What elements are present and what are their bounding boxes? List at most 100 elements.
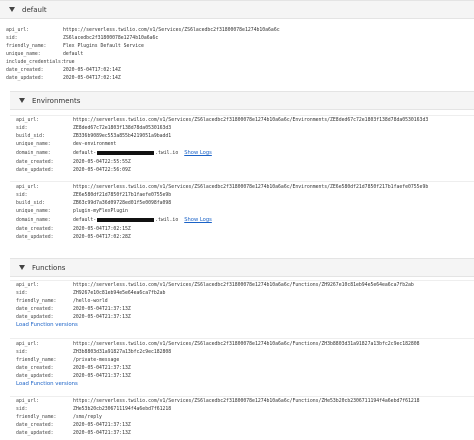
chevron-down-icon: [19, 98, 25, 103]
property-row: date_updated: 2020-05-04T21:37:13Z: [16, 313, 131, 321]
property-key: sid:: [16, 406, 28, 412]
property-key: api_url:: [16, 117, 40, 123]
property-row: unique_name: plugin-myFlexPlugin: [16, 207, 128, 215]
property-key: date_created:: [16, 159, 54, 165]
property-value: Flex Plugins Default Service: [63, 43, 144, 49]
property-value: https://serverless.twilio.com/v1/Service…: [73, 117, 429, 123]
property-key: api_url:: [16, 282, 40, 288]
property-key: date_created:: [16, 422, 54, 428]
property-row: date_updated: 2020-05-04T21:37:13Z: [16, 429, 131, 437]
environment-card: api_url: https://serverless.twilio.com/v1…: [10, 181, 474, 246]
property-value: https://serverless.twilio.com/v1/Service…: [63, 27, 280, 33]
property-row: sid: ZS6lacedbc2f31800078e1274b10a6a6c: [6, 34, 158, 42]
property-value: 2020-05-04T22:55:55Z: [73, 159, 131, 165]
property-value: /sms/reply: [73, 414, 102, 420]
function-card: api_url: https://serverless.twilio.com/v1…: [10, 338, 474, 392]
property-key: date_updated:: [16, 167, 54, 173]
property-value: ZHe53b20cb2306711194f4a6ebd7f61218: [73, 406, 172, 412]
property-value: ZH9267e10c81eb94e5e64ea6ca7fb2ab: [73, 290, 166, 296]
property-row: build_sid: ZB336b9089ec553a855b4219051a9b…: [16, 132, 171, 140]
property-key: date_created:: [16, 226, 54, 232]
section-title: Functions: [32, 263, 66, 272]
section-title: default: [22, 5, 47, 14]
property-row: sid: ZE6e580df21d7850f217b1faefe0755e9b: [16, 191, 171, 199]
chevron-down-icon: [9, 7, 15, 12]
service-details-page: default api_url: https://serverless.twili…: [0, 0, 474, 440]
property-key: sid:: [6, 35, 18, 41]
property-key: friendly_name:: [6, 43, 47, 49]
property-value: 2020-05-04T17:02:14Z: [63, 75, 121, 81]
property-row: api_url: https://serverless.twilio.com/v1…: [16, 183, 428, 191]
property-value: ZE8ded67c72e1803f138d78da0530163d3: [73, 125, 172, 131]
property-value: https://serverless.twilio.com/v1/Service…: [73, 184, 429, 190]
load-function-versions-link[interactable]: Load Function versions: [16, 381, 78, 387]
property-row: sid: ZH3b8803d31a91827a13bfc2c9ec182808: [16, 348, 171, 356]
property-value: 2020-05-04T21:37:13Z: [73, 306, 131, 312]
property-value: https://serverless.twilio.com/v1/Service…: [73, 398, 420, 404]
property-row: domain_name: default- .twil.io Show Logs: [16, 216, 212, 224]
property-value: 2020-05-04T17:02:15Z: [73, 226, 131, 232]
property-key: date_created:: [16, 306, 54, 312]
property-value: 2020-05-04T17:02:28Z: [73, 234, 131, 240]
property-row: api_url: https://serverless.twilio.com/v1…: [16, 397, 420, 405]
property-key: sid:: [16, 349, 28, 355]
show-logs-link[interactable]: Show Logs: [184, 217, 212, 223]
property-key: build_sid:: [16, 133, 45, 139]
domain-suffix: .twil.io: [155, 217, 179, 223]
property-key: api_url:: [16, 341, 40, 347]
domain-suffix: .twil.io: [155, 150, 179, 156]
property-value: ZE6e580df21d7850f217b1faefe0755e9b: [73, 192, 172, 198]
property-key: domain_name:: [16, 150, 51, 156]
property-value: dev-environment: [73, 141, 117, 147]
section-header-environments[interactable]: Environments: [10, 91, 474, 110]
property-value: 2020-05-04T17:02:14Z: [63, 67, 121, 73]
property-row: date_created: 2020-05-04T17:02:15Z: [16, 225, 131, 233]
property-key: unique_name:: [16, 141, 51, 147]
property-key: domain_name:: [16, 217, 51, 223]
property-row: domain_name: default- .twil.io Show Logs: [16, 149, 212, 157]
property-value: 2020-05-04T21:37:13Z: [73, 314, 131, 320]
property-row: date_created: 2020-05-04T21:37:13Z: [16, 305, 131, 313]
property-row: include_credentials: true: [6, 58, 75, 66]
property-key: date_updated:: [16, 234, 54, 240]
property-value: 2020-05-04T21:37:13Z: [73, 365, 131, 371]
property-key: api_url:: [16, 184, 40, 190]
property-value: /private-message: [73, 357, 120, 363]
property-key: date_updated:: [16, 314, 54, 320]
property-value: 2020-05-04T22:56:09Z: [73, 167, 131, 173]
property-row: unique_name: dev-environment: [16, 140, 116, 148]
property-row: api_url: https://serverless.twilio.com/v1…: [16, 116, 428, 124]
property-row: date_updated: 2020-05-04T17:02:28Z: [16, 233, 131, 241]
property-row: unique_name: default: [6, 50, 83, 58]
property-key: api_url:: [16, 398, 40, 404]
property-key: date_created:: [6, 67, 44, 73]
redaction-bar: [97, 151, 155, 155]
property-row: friendly_name: /private-message: [16, 356, 119, 364]
property-key: date_created:: [16, 365, 54, 371]
section-header-default[interactable]: default: [0, 0, 474, 19]
property-row: date_updated: 2020-05-04T21:37:13Z: [16, 372, 131, 380]
property-row: friendly_name: /sms/reply: [16, 413, 102, 421]
property-key: unique_name:: [16, 208, 51, 214]
property-key: api_url:: [6, 27, 30, 33]
load-function-versions-link[interactable]: Load Function versions: [16, 322, 78, 328]
chevron-down-icon: [19, 265, 25, 270]
property-row: api_url: https://serverless.twilio.com/v1…: [16, 340, 420, 348]
property-key: sid:: [16, 125, 28, 131]
function-card: api_url: https://serverless.twilio.com/v1…: [10, 396, 474, 440]
section-title: Environments: [32, 96, 81, 105]
property-row: date_created: 2020-05-04T21:37:13Z: [16, 364, 131, 372]
property-row: build_sid: ZB63c99d7a36d09728ed01f5e0098f…: [16, 199, 171, 207]
show-logs-link[interactable]: Show Logs: [184, 150, 212, 156]
property-value: default: [63, 51, 84, 57]
property-row: api_url: https://serverless.twilio.com/v1…: [6, 26, 280, 34]
property-key: friendly_name:: [16, 357, 57, 363]
property-row: sid: ZH9267e10c81eb94e5e64ea6ca7fb2ab: [16, 289, 165, 297]
property-value: 2020-05-04T21:37:13Z: [73, 430, 131, 436]
property-key: date_updated:: [16, 430, 54, 436]
property-key: sid:: [16, 192, 28, 198]
property-row: date_updated: 2020-05-04T22:56:09Z: [16, 166, 131, 174]
property-row: api_url: https://serverless.twilio.com/v1…: [16, 281, 414, 289]
property-key: unique_name:: [6, 51, 41, 57]
section-header-functions[interactable]: Functions: [10, 258, 474, 277]
